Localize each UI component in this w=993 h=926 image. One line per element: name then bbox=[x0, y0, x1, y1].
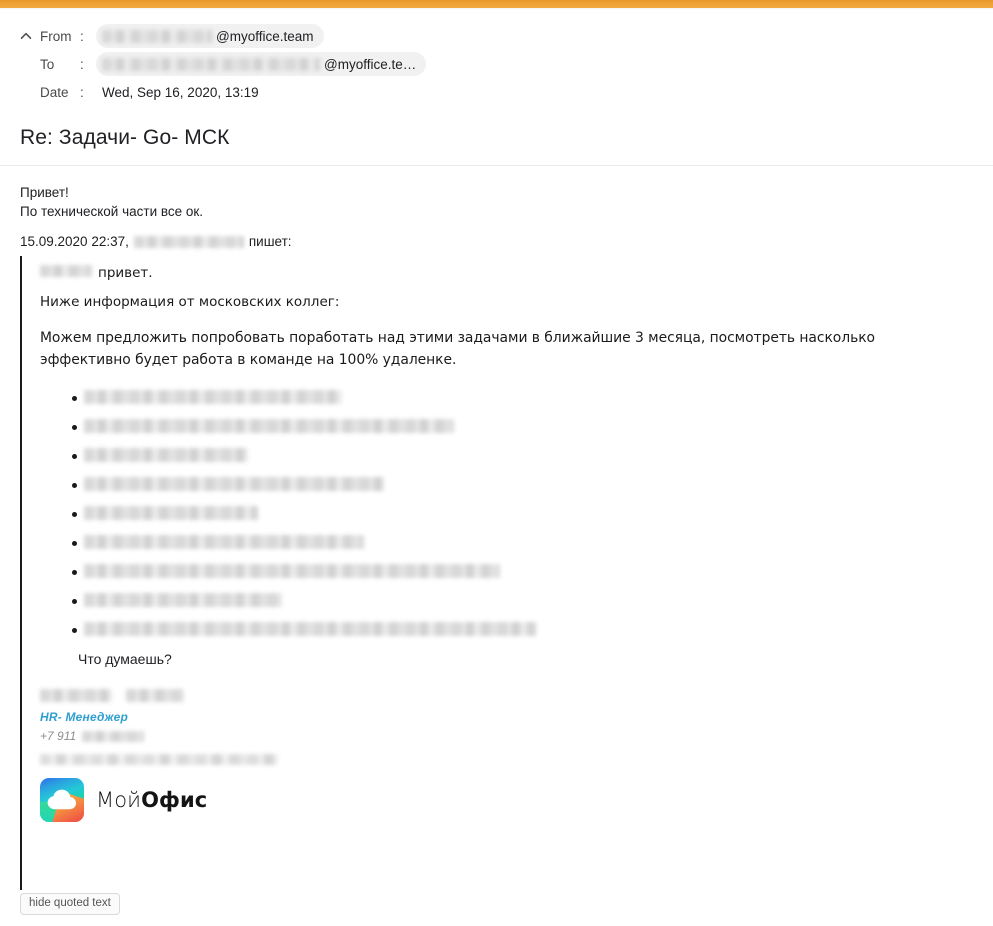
list-item bbox=[40, 442, 940, 471]
redacted-quoted-greeting-name bbox=[40, 265, 92, 277]
myoffice-cloud-icon bbox=[40, 778, 84, 822]
hide-quoted-text-button[interactable]: hide quoted text bbox=[20, 893, 120, 915]
header-label-date: Date bbox=[40, 84, 69, 100]
bullet-dot bbox=[72, 541, 77, 546]
redacted-recipient-names bbox=[102, 57, 320, 71]
redacted-list-text bbox=[84, 477, 384, 491]
bullet-dot bbox=[72, 512, 77, 517]
redacted-list-text bbox=[84, 622, 536, 636]
quoted-message-block: привет. Ниже информация от московских ко… bbox=[20, 256, 980, 890]
to-address-domain: @myoffice.te… bbox=[324, 56, 417, 72]
bullet-dot bbox=[72, 570, 77, 575]
signature-role: HR- Менеджер bbox=[40, 710, 129, 724]
redacted-list-text bbox=[84, 448, 248, 462]
wordmark-ofis: Офис bbox=[141, 788, 208, 812]
to-address-pill[interactable]: @myoffice.te… bbox=[96, 52, 427, 76]
quoted-greeting-text: привет. bbox=[98, 265, 153, 281]
chevron-up-icon[interactable] bbox=[18, 28, 34, 44]
redacted-list-text bbox=[84, 506, 258, 520]
signature-phone-row: +7 911 bbox=[40, 729, 278, 743]
bullet-dot bbox=[72, 599, 77, 604]
signature-extra-row bbox=[40, 751, 278, 766]
redacted-sender-name bbox=[102, 29, 212, 43]
email-date-value: Wed, Sep 16, 2020, 13:19 bbox=[102, 84, 259, 100]
header-colon-date: : bbox=[80, 84, 84, 100]
top-accent-bar-shadow bbox=[0, 8, 993, 10]
myoffice-wordmark: МойОфис bbox=[96, 788, 207, 812]
body-line-2: По технической части все ок. bbox=[20, 204, 204, 219]
quoted-line-2: Ниже информация от московских коллег: bbox=[40, 294, 340, 310]
redacted-phone-digits bbox=[82, 730, 145, 742]
quoted-bullet-list bbox=[40, 384, 940, 645]
from-address-pill[interactable]: @myoffice.team bbox=[96, 24, 324, 48]
email-body-intro: Привет! По технической части все ок. bbox=[20, 183, 203, 221]
quote-attribution: 15.09.2020 22:37, пишет: bbox=[20, 234, 292, 249]
list-item bbox=[40, 384, 940, 413]
wordmark-moy: Мой bbox=[96, 788, 142, 812]
bullet-dot bbox=[72, 396, 77, 401]
list-item bbox=[40, 471, 940, 500]
redacted-list-text bbox=[84, 419, 454, 433]
header-colon-from: : bbox=[80, 28, 84, 44]
redacted-signature-extra bbox=[40, 753, 278, 765]
quote-attribution-date: 15.09.2020 22:37, bbox=[20, 234, 129, 249]
email-header-fields: From : @myoffice.team To : @myoffice.te…… bbox=[0, 22, 993, 106]
quoted-greeting-line: привет. bbox=[40, 265, 153, 281]
bullet-dot bbox=[72, 454, 77, 459]
redacted-list-text bbox=[84, 535, 364, 549]
redacted-signature-last-name bbox=[126, 688, 184, 702]
header-divider bbox=[0, 165, 993, 166]
header-row-date: Date : Wed, Sep 16, 2020, 13:19 bbox=[0, 78, 993, 106]
cloud-icon bbox=[47, 789, 77, 810]
header-row-to[interactable]: To : @myoffice.te… bbox=[0, 50, 993, 78]
list-item bbox=[40, 616, 940, 645]
top-accent-bar bbox=[0, 0, 993, 8]
list-item bbox=[40, 587, 940, 616]
redacted-signature-first-name bbox=[40, 688, 112, 702]
quote-attribution-verb: пишет: bbox=[248, 234, 292, 249]
header-label-from: From bbox=[40, 28, 72, 44]
quoted-paragraph: Можем предложить попробовать поработать … bbox=[40, 330, 876, 368]
bullet-dot bbox=[72, 628, 77, 633]
redacted-list-text bbox=[84, 564, 500, 578]
list-item bbox=[40, 500, 940, 529]
header-row-from[interactable]: From : @myoffice.team bbox=[0, 22, 993, 50]
redacted-quote-author bbox=[133, 235, 244, 248]
redacted-list-text bbox=[84, 593, 282, 607]
header-label-to: To bbox=[40, 56, 55, 72]
signature-name-row bbox=[40, 686, 278, 704]
quoted-closing-question: Что думаешь? bbox=[78, 651, 172, 667]
bullet-dot bbox=[72, 425, 77, 430]
redacted-list-text bbox=[84, 390, 342, 404]
signature-block: HR- Менеджер +7 911 bbox=[40, 686, 278, 766]
header-colon-to: : bbox=[80, 56, 84, 72]
signature-phone-prefix: +7 911 bbox=[40, 729, 77, 743]
from-address-domain: @myoffice.team bbox=[216, 28, 314, 44]
list-item bbox=[40, 529, 940, 558]
email-subject: Re: Задачи- Go- МСК bbox=[20, 126, 230, 149]
body-greeting: Привет! bbox=[20, 185, 69, 200]
list-item bbox=[40, 413, 940, 442]
myoffice-logo: МойОфис bbox=[40, 778, 207, 822]
bullet-dot bbox=[72, 483, 77, 488]
list-item bbox=[40, 558, 940, 587]
